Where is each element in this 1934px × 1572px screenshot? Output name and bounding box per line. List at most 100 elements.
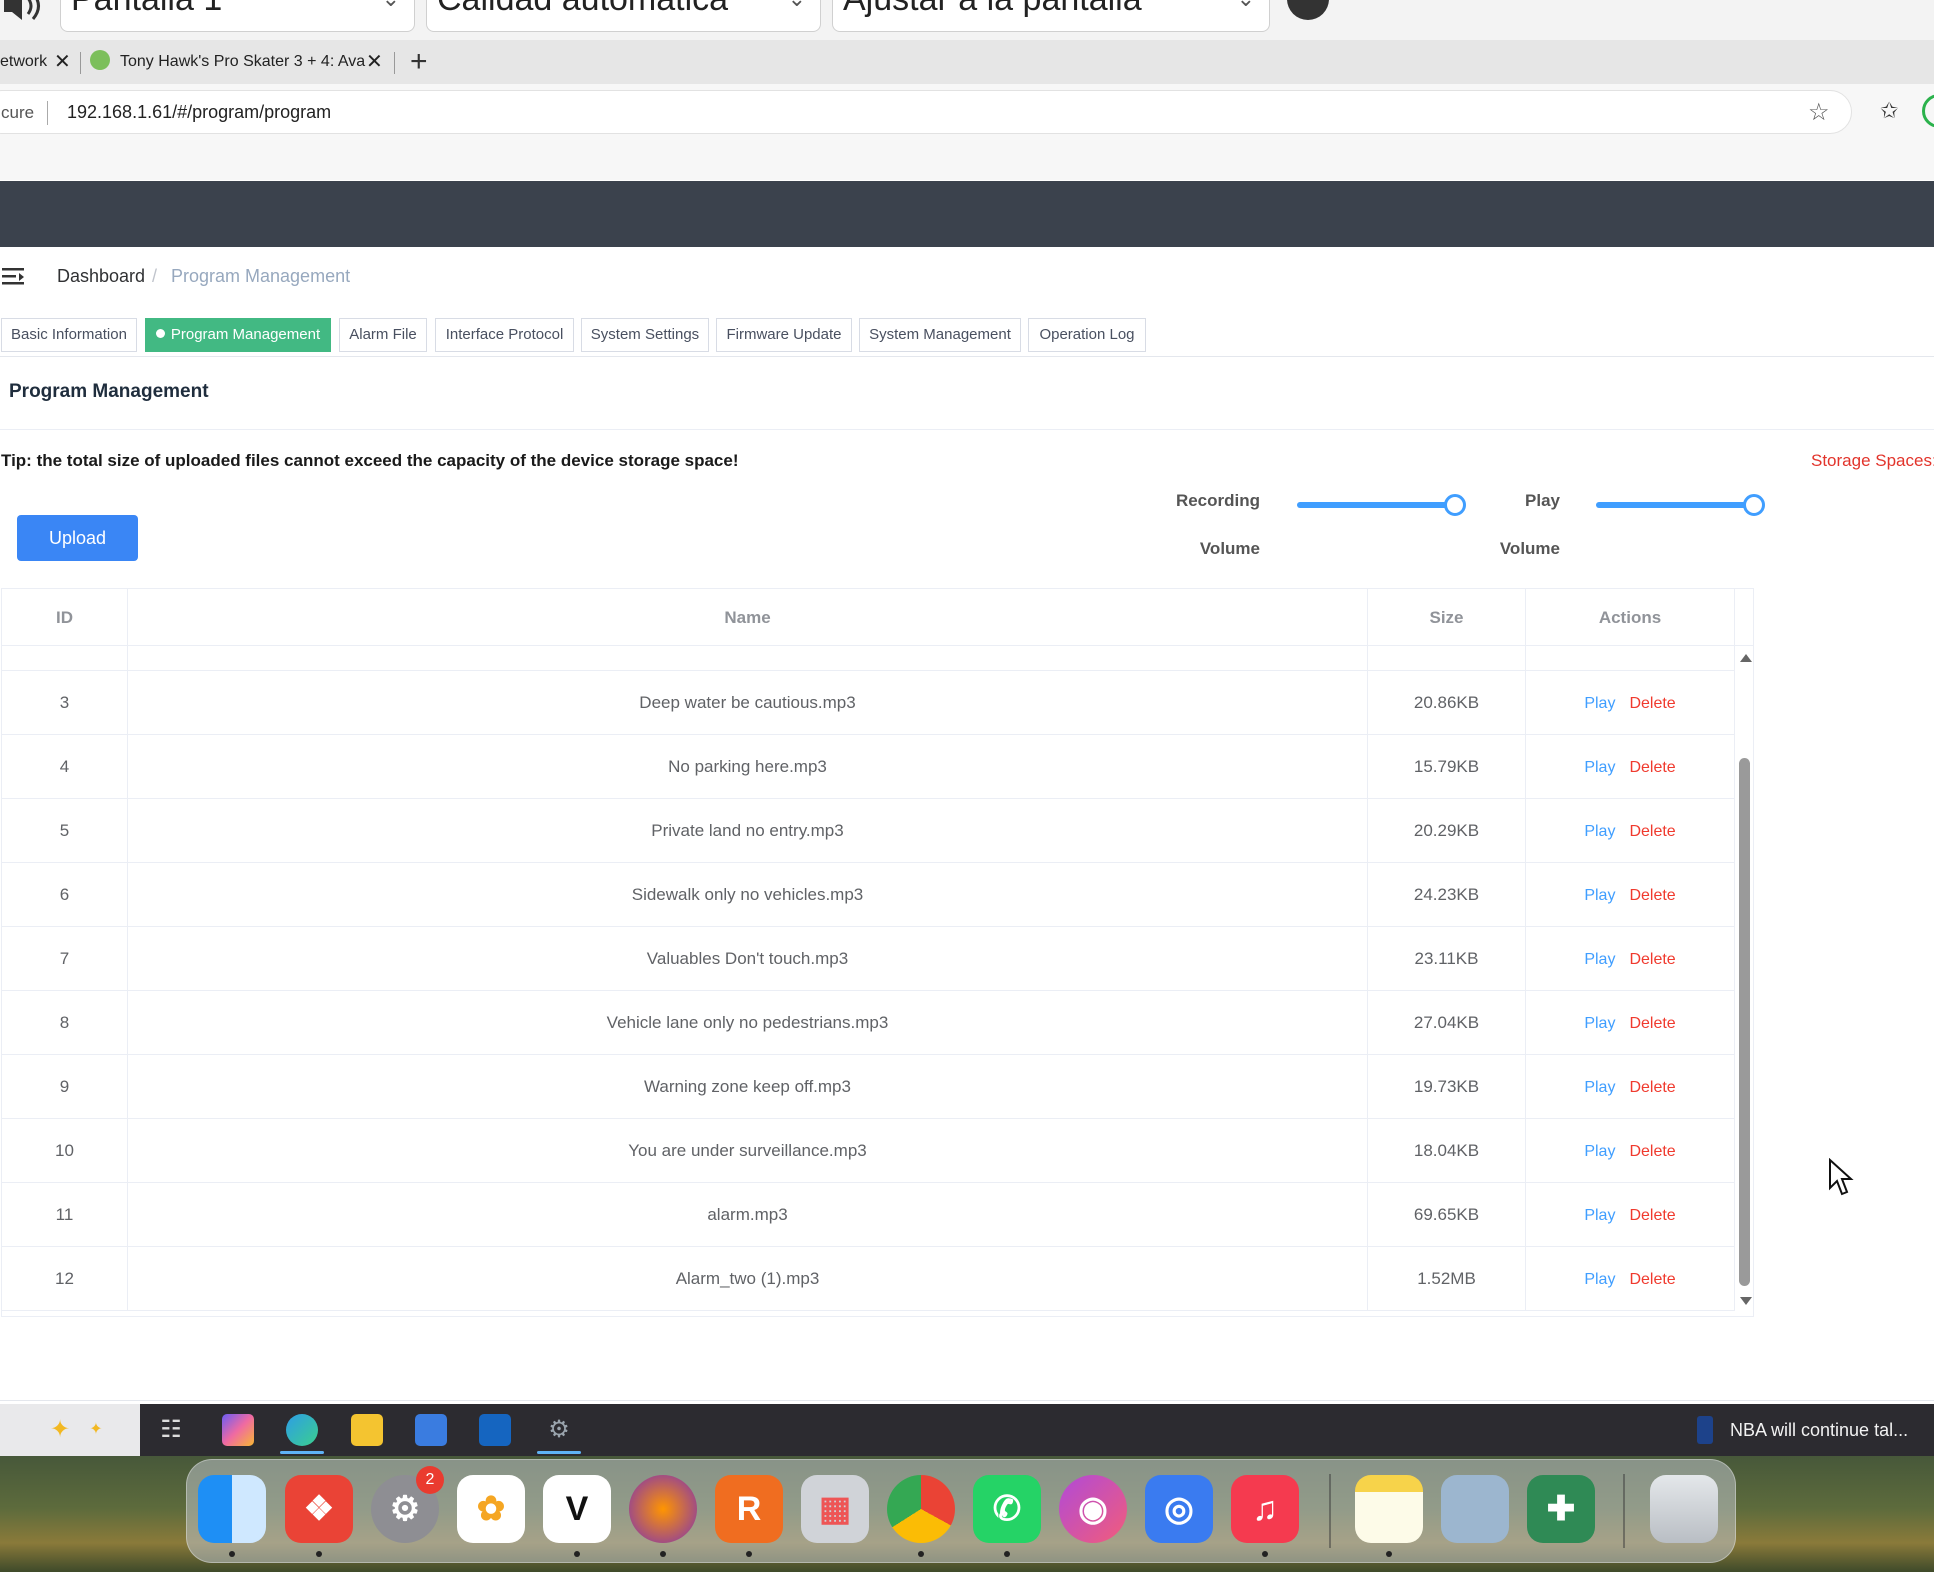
recording-volume-slider[interactable] xyxy=(1297,494,1466,516)
hamburger-icon[interactable] xyxy=(2,266,26,288)
cell-name: Sidewalk only no vehicles.mp3 xyxy=(128,863,1368,927)
notes-icon[interactable] xyxy=(1355,1475,1423,1543)
url-text: 192.168.1.61/#/program/program xyxy=(67,102,332,122)
edge-icon[interactable] xyxy=(286,1414,318,1446)
browser-tab[interactable]: Tony Hawk's Pro Skater 3 + 4: Ava xyxy=(90,40,390,84)
play-link[interactable]: Play xyxy=(1584,951,1615,968)
scrollbar-thumb[interactable] xyxy=(1739,758,1750,1286)
running-dot xyxy=(1262,1551,1268,1557)
close-icon[interactable]: ✕ xyxy=(54,40,71,84)
sparkle-icon[interactable]: ✦ xyxy=(44,1414,76,1446)
favorites-icon[interactable]: ✩ xyxy=(1880,98,1898,124)
screen-select[interactable]: Pantalla 1 ⌄ xyxy=(60,0,415,32)
task-view-icon[interactable]: ☷ xyxy=(155,1414,187,1446)
sparkle-small-icon: ✦ xyxy=(89,1421,103,1438)
table-row: 9 Warning zone keep off.mp3 19.73KB Play Del… xyxy=(2,1055,1735,1119)
preview-icon[interactable] xyxy=(1441,1475,1509,1543)
webcam-icon[interactable]: ◎ xyxy=(1145,1475,1213,1543)
slider-handle[interactable] xyxy=(1743,494,1765,516)
profile-icon[interactable] xyxy=(1922,94,1934,128)
file-explorer-icon[interactable] xyxy=(351,1414,383,1446)
firefox-icon[interactable] xyxy=(629,1475,697,1543)
close-icon[interactable]: ✕ xyxy=(366,40,386,84)
photos-icon[interactable]: ✿ xyxy=(457,1475,525,1543)
delete-link[interactable]: Delete xyxy=(1629,759,1675,776)
table-body: 3 Deep water be cautious.mp3 20.86KB Play De… xyxy=(2,646,1735,1316)
play-link[interactable]: Play xyxy=(1584,823,1615,840)
play-link[interactable]: Play xyxy=(1584,695,1615,712)
trash-icon[interactable] xyxy=(1650,1475,1718,1543)
security-label: cure xyxy=(1,103,35,122)
table-header: ID Name Size Actions xyxy=(2,589,1753,646)
running-dot xyxy=(229,1551,235,1557)
tag-firmware-update[interactable]: Firmware Update xyxy=(716,318,852,352)
table-scrollbar[interactable] xyxy=(1737,646,1753,1316)
delete-link[interactable]: Delete xyxy=(1629,1015,1675,1032)
delete-link[interactable]: Delete xyxy=(1629,1271,1675,1288)
cell-size: 27.04KB xyxy=(1368,991,1526,1055)
browser-tab[interactable]: etwork ✕ xyxy=(0,40,75,84)
tag-system-management[interactable]: System Management xyxy=(859,318,1021,352)
scroll-down-icon[interactable] xyxy=(1740,1297,1752,1305)
play-link[interactable]: Play xyxy=(1584,1143,1615,1160)
cell-actions xyxy=(1526,646,1735,671)
copilot-area: ✦ ✦ xyxy=(0,1404,140,1456)
news-ticker[interactable]: NBA will continue tal... xyxy=(1730,1404,1908,1456)
tag-program-management[interactable]: Program Management xyxy=(145,318,331,352)
delete-link[interactable]: Delete xyxy=(1629,1143,1675,1160)
play-link[interactable]: Play xyxy=(1584,887,1615,904)
settings-gear-icon[interactable]: ⚙ xyxy=(543,1414,575,1446)
speaker-icon[interactable] xyxy=(0,0,48,26)
tag-system-settings[interactable]: System Settings xyxy=(581,318,709,352)
copilot-icon[interactable] xyxy=(222,1414,254,1446)
play-link[interactable]: Play xyxy=(1584,1015,1615,1032)
delete-link[interactable]: Delete xyxy=(1629,823,1675,840)
delete-link[interactable]: Delete xyxy=(1629,951,1675,968)
music-player-icon[interactable]: ◉ xyxy=(1059,1475,1127,1543)
delete-link[interactable]: Delete xyxy=(1629,1207,1675,1224)
tag-operation-log[interactable]: Operation Log xyxy=(1028,318,1146,352)
remote-app-icon[interactable]: R xyxy=(715,1475,783,1543)
cell-id: 7 xyxy=(2,927,128,991)
slider-fill xyxy=(1596,502,1754,508)
scroll-up-icon[interactable] xyxy=(1740,654,1752,662)
cell-name: You are under surveillance.mp3 xyxy=(128,1119,1368,1183)
column-header-name: Name xyxy=(128,589,1368,646)
star-icon[interactable]: ☆ xyxy=(1808,98,1830,127)
browser-tab-title: Tony Hawk's Pro Skater 3 + 4: Ava xyxy=(120,53,366,70)
finder-icon[interactable] xyxy=(198,1475,266,1543)
delete-link[interactable]: Delete xyxy=(1629,1079,1675,1096)
upload-button[interactable]: Upload xyxy=(17,515,138,561)
play-link[interactable]: Play xyxy=(1584,759,1615,776)
tag-interface-protocol[interactable]: Interface Protocol xyxy=(435,318,574,352)
play-link[interactable]: Play xyxy=(1584,1207,1615,1224)
info-icon[interactable] xyxy=(1287,0,1329,20)
cell-id: 11 xyxy=(2,1183,128,1247)
chrome-icon[interactable] xyxy=(887,1475,955,1543)
tag-label: Operation Log xyxy=(1039,326,1135,343)
tag-alarm-file[interactable]: Alarm File xyxy=(339,318,427,352)
store-icon[interactable] xyxy=(415,1414,447,1446)
breadcrumb-home[interactable]: Dashboard xyxy=(57,266,145,287)
play-volume-slider[interactable] xyxy=(1596,494,1765,516)
table-row: 6 Sidewalk only no vehicles.mp3 24.23KB Pla… xyxy=(2,863,1735,927)
divider xyxy=(0,356,1934,357)
vectorworks-icon[interactable]: V xyxy=(543,1475,611,1543)
delete-link[interactable]: Delete xyxy=(1629,887,1675,904)
delete-link[interactable]: Delete xyxy=(1629,695,1675,712)
fit-select[interactable]: Ajustar a la pantalla ⌄ xyxy=(832,0,1270,32)
whatsapp-icon[interactable]: ✆ xyxy=(973,1475,1041,1543)
tag-basic-information[interactable]: Basic Information xyxy=(1,318,137,352)
shield-app-icon[interactable]: ✚ xyxy=(1527,1475,1595,1543)
play-link[interactable]: Play xyxy=(1584,1271,1615,1288)
tag-label: Interface Protocol xyxy=(445,326,564,343)
address-bar[interactable]: cure 192.168.1.61/#/program/program xyxy=(0,90,1852,134)
music-icon[interactable]: ♫ xyxy=(1231,1475,1299,1543)
tag-label: System Management xyxy=(869,326,1011,343)
anydesk-icon[interactable]: ❖ xyxy=(285,1475,353,1543)
play-link[interactable]: Play xyxy=(1584,1079,1615,1096)
new-tab-icon[interactable]: + xyxy=(410,40,428,84)
launchpad-icon[interactable]: ▦ xyxy=(801,1475,869,1543)
quality-select[interactable]: Calidad automática ⌄ xyxy=(426,0,821,32)
outlook-icon[interactable] xyxy=(479,1414,511,1446)
